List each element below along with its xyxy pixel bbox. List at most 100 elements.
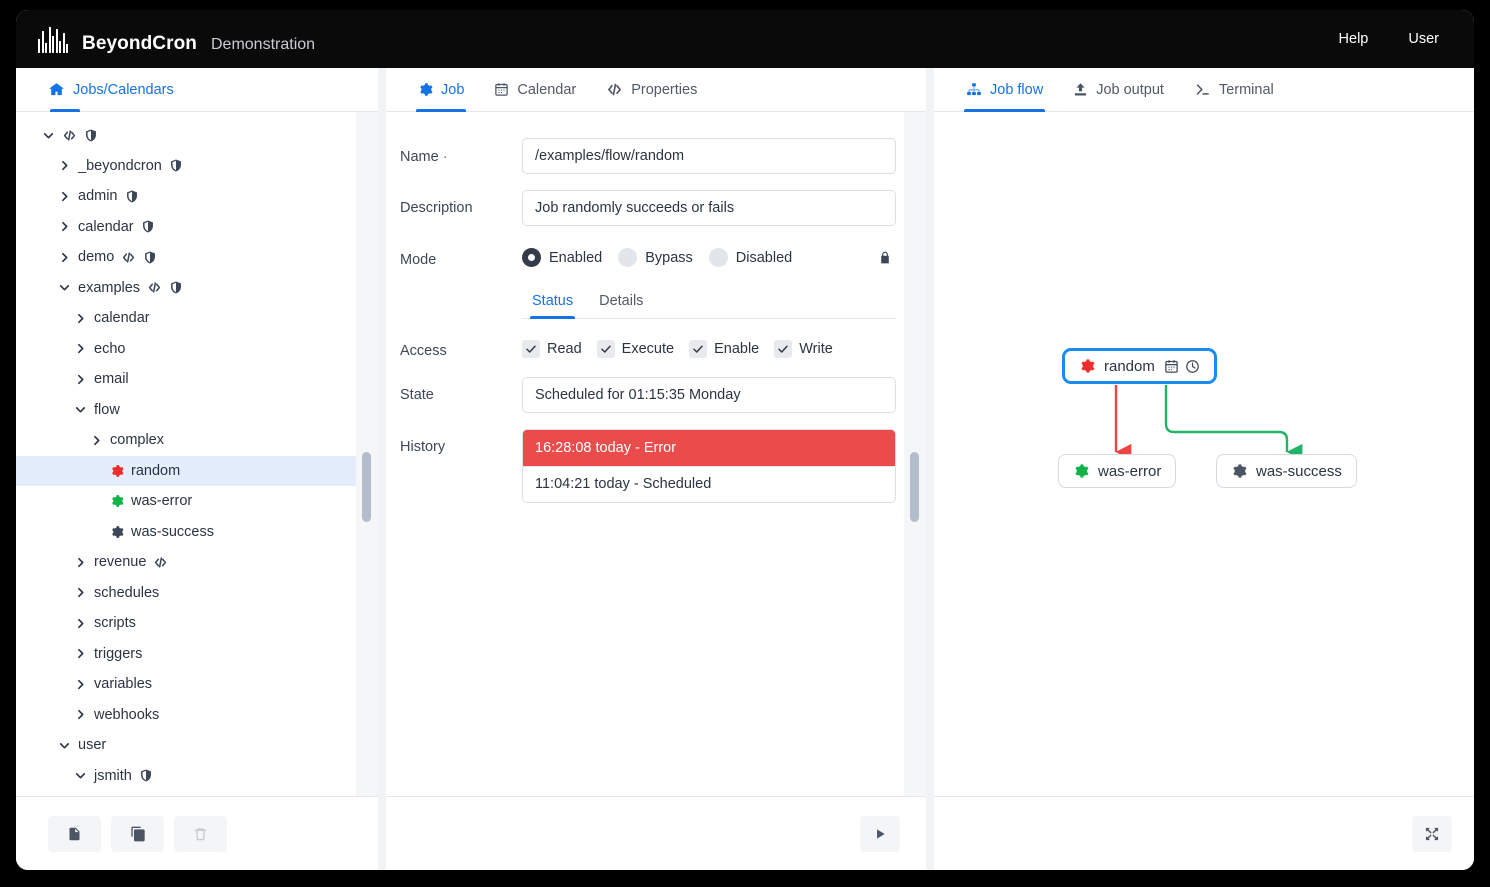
chevron-down-icon[interactable] [58, 281, 71, 294]
tree-item-was-error[interactable]: was-error [16, 486, 378, 517]
gear-icon-green [1073, 463, 1089, 479]
mode-option-bypass[interactable]: Bypass [618, 248, 693, 267]
description-input[interactable] [522, 190, 896, 226]
field-name-label: Name · [400, 138, 522, 167]
history-item-error[interactable]: 16:28:08 today - Error [523, 429, 895, 466]
chevron-right-icon[interactable] [74, 647, 87, 660]
radio-bypass-icon [618, 248, 638, 267]
chevron-right-icon[interactable] [74, 678, 87, 691]
chevron-down-icon[interactable] [74, 403, 87, 416]
tree-item-revenue[interactable]: revenue [16, 547, 378, 578]
gear-icon [418, 82, 433, 97]
tab-terminal[interactable]: Terminal [1180, 68, 1288, 111]
tab-jobs-calendars[interactable]: Jobs/Calendars [34, 68, 188, 112]
tab-job-flow[interactable]: Job flow [952, 68, 1057, 112]
subtab-details[interactable]: Details [589, 286, 653, 318]
access-option-enable[interactable]: Enable [689, 339, 759, 358]
chevron-right-icon[interactable] [74, 342, 87, 355]
tree-item-variables[interactable]: variables [16, 669, 378, 700]
run-job-button[interactable] [860, 815, 900, 852]
chevron-right-icon[interactable] [74, 708, 87, 721]
tree-item-was-success[interactable]: was-success [16, 517, 378, 548]
chevron-right-icon[interactable] [58, 220, 71, 233]
calendar-icon [1164, 359, 1179, 374]
tree-item-triggers[interactable]: triggers [16, 639, 378, 670]
tree-item-echo[interactable]: echo [16, 334, 378, 365]
chevron-right-icon[interactable] [58, 190, 71, 203]
tree-item-flow[interactable]: flow [16, 395, 378, 426]
flow-node-random[interactable]: random [1062, 348, 1217, 384]
home-icon [48, 81, 65, 98]
tree-item-random[interactable]: random [16, 455, 378, 486]
chevron-right-icon[interactable] [58, 251, 71, 264]
copy-job-button[interactable] [111, 815, 164, 852]
tree-item-email[interactable]: email [16, 364, 378, 395]
job-flow-canvas-wrap[interactable]: random was-error was-success [934, 112, 1474, 796]
tree-item-root[interactable] [16, 120, 378, 151]
file-icon [67, 825, 82, 843]
expand-flow-button[interactable] [1412, 815, 1452, 852]
calendar-icon [494, 82, 509, 97]
pane-divider-left[interactable] [378, 68, 386, 870]
mode-radio-group: Enabled Bypass Disabled [522, 242, 896, 267]
access-option-read[interactable]: Read [522, 339, 582, 358]
help-button[interactable]: Help [1322, 22, 1386, 56]
pane-divider-right[interactable] [926, 68, 934, 870]
chevron-right-icon[interactable] [74, 617, 87, 630]
chevron-right-icon[interactable] [74, 586, 87, 599]
chevron-down-icon[interactable] [74, 769, 87, 782]
user-button[interactable]: User [1391, 22, 1456, 56]
mode-option-enabled[interactable]: Enabled [522, 248, 602, 267]
tree-item-jsmith[interactable]: jsmith [16, 761, 378, 792]
tree-item-calendar[interactable]: calendar [16, 303, 378, 334]
chevron-down-icon[interactable] [42, 129, 55, 142]
code-icon [62, 129, 77, 142]
tree-item-label: schedules [94, 584, 160, 601]
access-option-write[interactable]: Write [774, 339, 833, 358]
edge-random-to-was-success [1164, 385, 1303, 461]
sidebar-scrollbar[interactable] [356, 112, 378, 796]
new-job-button[interactable] [48, 815, 101, 852]
flow-node-was-error[interactable]: was-error [1058, 454, 1177, 488]
tree-item-_beyondcron[interactable]: _beyondcron [16, 151, 378, 182]
tree-item-complex[interactable]: complex [16, 425, 378, 456]
tree-item-admin[interactable]: admin [16, 181, 378, 212]
chevron-right-icon[interactable] [74, 373, 87, 386]
tree-item-demo[interactable]: demo [16, 242, 378, 273]
tab-job[interactable]: Job [404, 68, 478, 112]
chevron-right-icon[interactable] [58, 159, 71, 172]
tree-item-scripts[interactable]: scripts [16, 608, 378, 639]
access-option-execute[interactable]: Execute [596, 339, 674, 358]
tree-item-label: email [94, 371, 129, 388]
sidebar-scrollbar-thumb[interactable] [362, 452, 371, 522]
history-item-scheduled[interactable]: 11:04:21 today - Scheduled [523, 465, 895, 502]
tab-calendar[interactable]: Calendar [480, 68, 590, 111]
tree-item-calendar[interactable]: calendar [16, 212, 378, 243]
tab-job-output[interactable]: Job output [1059, 68, 1178, 111]
chevron-right-icon[interactable] [90, 434, 103, 447]
state-input[interactable] [522, 376, 896, 413]
flow-node-was-success[interactable]: was-success [1216, 454, 1357, 488]
subtab-status[interactable]: Status [522, 286, 583, 319]
chevron-right-icon[interactable] [74, 556, 87, 569]
chevron-right-icon[interactable] [74, 312, 87, 325]
tree-item-schedules[interactable]: schedules [16, 578, 378, 609]
sidebar-pane: Jobs/Calendars _beyondcron admin calendar d… [16, 68, 378, 870]
field-description-row: Description [400, 190, 896, 226]
job-tree-scroll: _beyondcron admin calendar demo examples cale… [16, 112, 378, 796]
delete-job-button[interactable] [174, 815, 227, 852]
lock-icon[interactable] [878, 249, 896, 266]
terminal-icon [1194, 82, 1211, 97]
job-form-scrollbar-thumb[interactable] [910, 452, 919, 522]
tree-item-webhooks[interactable]: webhooks [16, 700, 378, 731]
tab-terminal-label: Terminal [1218, 81, 1274, 98]
job-tree: _beyondcron admin calendar demo examples cale… [16, 112, 378, 796]
chevron-down-icon[interactable] [58, 739, 71, 752]
job-form-scrollbar[interactable] [904, 112, 926, 796]
tree-item-user[interactable]: user [16, 730, 378, 761]
tree-item-examples[interactable]: examples [16, 273, 378, 304]
name-input[interactable] [522, 138, 896, 174]
tab-properties[interactable]: Properties [592, 68, 711, 111]
sidebar-tabbar: Jobs/Calendars [16, 68, 378, 112]
mode-option-disabled[interactable]: Disabled [708, 248, 792, 267]
